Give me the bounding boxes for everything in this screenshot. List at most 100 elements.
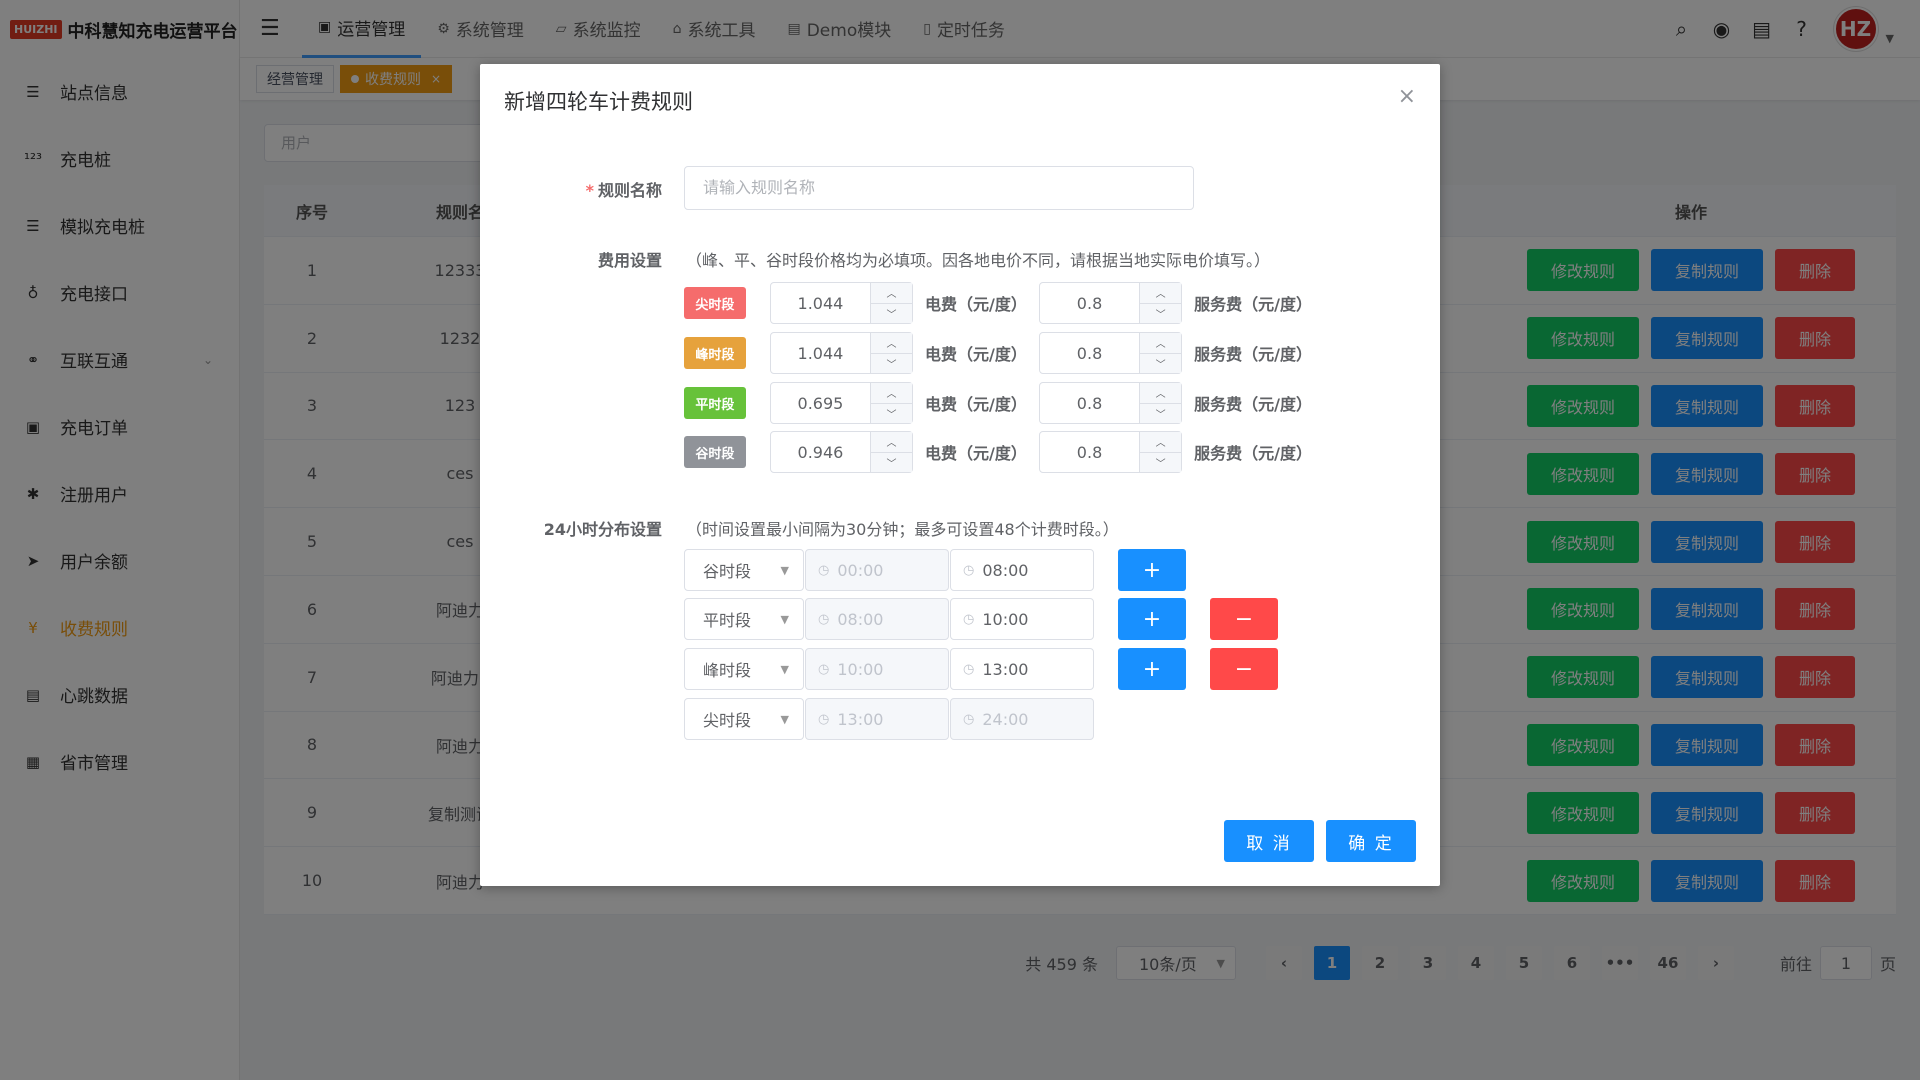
chevron-down-icon: ▼ xyxy=(780,662,789,676)
period-row: 谷时段 ▼ ◷ 00:00 ◷ 08:00 + xyxy=(684,549,1186,591)
end-time-value: 13:00 xyxy=(982,659,1029,679)
period-tag: 谷时段 xyxy=(684,436,746,468)
end-time-picker[interactable]: ◷ 10:00 xyxy=(950,598,1094,640)
start-time-value: 08:00 xyxy=(837,609,884,629)
clock-icon: ◷ xyxy=(818,611,830,627)
fee-row: 平时段 0.695 ︿ ﹀ 电费（元/度） 0.8 ︿ ﹀ 服务费（元/度） xyxy=(684,382,1324,424)
clock-icon: ◷ xyxy=(818,661,830,677)
electric-unit: 电费（元/度） xyxy=(925,345,1027,364)
confirm-button[interactable]: 确 定 xyxy=(1326,820,1416,862)
start-time-picker: ◷ 08:00 xyxy=(805,598,949,640)
service-price-input[interactable]: 0.8 ︿ ﹀ xyxy=(1038,431,1183,473)
start-time-value: 10:00 xyxy=(837,659,884,679)
dialog-title: 新增四轮车计费规则 xyxy=(504,90,693,114)
electric-unit: 电费（元/度） xyxy=(925,395,1027,414)
chevron-up-icon[interactable]: ︿ xyxy=(1140,383,1182,404)
remove-period-button[interactable]: − xyxy=(1210,598,1278,640)
chevron-down-icon[interactable]: ﹀ xyxy=(871,404,912,424)
electric-price-input[interactable]: 0.695 ︿ ﹀ xyxy=(769,382,914,424)
fee-row: 谷时段 0.946 ︿ ﹀ 电费（元/度） 0.8 ︿ ﹀ 服务费（元/度） xyxy=(684,431,1324,473)
chevron-up-icon[interactable]: ︿ xyxy=(871,432,913,453)
chevron-down-icon[interactable]: ﹀ xyxy=(871,304,912,324)
service-price-value: 0.8 xyxy=(1076,343,1103,363)
period-row: 平时段 ▼ ◷ 08:00 ◷ 10:00 + − xyxy=(684,598,1278,640)
chevron-up-icon[interactable]: ︿ xyxy=(1140,432,1182,453)
stepper: ︿ ﹀ xyxy=(1139,432,1182,473)
fee-settings-label: 费用设置 xyxy=(597,251,662,270)
period-type-select[interactable]: 峰时段 ▼ xyxy=(684,648,804,690)
period-type-select[interactable]: 平时段 ▼ xyxy=(684,598,804,640)
required-mark: * xyxy=(585,181,594,200)
service-price-input[interactable]: 0.8 ︿ ﹀ xyxy=(1038,282,1183,324)
service-unit: 服务费（元/度） xyxy=(1194,295,1313,314)
clock-icon: ◷ xyxy=(963,711,975,727)
chevron-down-icon[interactable]: ﹀ xyxy=(871,453,912,473)
period-tag: 尖时段 xyxy=(684,287,746,319)
start-time-value: 00:00 xyxy=(837,560,884,580)
start-time-value: 13:00 xyxy=(837,709,884,729)
period-row: 尖时段 ▼ ◷ 13:00 ◷ 24:00 xyxy=(684,698,1094,740)
period-type-value: 平时段 xyxy=(703,611,752,630)
service-unit: 服务费（元/度） xyxy=(1194,395,1313,414)
period-row: 峰时段 ▼ ◷ 10:00 ◷ 13:00 + − xyxy=(684,648,1278,690)
chevron-down-icon[interactable]: ﹀ xyxy=(1140,354,1181,374)
electric-unit: 电费（元/度） xyxy=(925,295,1027,314)
start-time-picker: ◷ 00:00 xyxy=(805,549,949,591)
chevron-down-icon[interactable]: ﹀ xyxy=(1140,304,1181,324)
electric-price-input[interactable]: 1.044 ︿ ﹀ xyxy=(769,282,914,324)
service-price-value: 0.8 xyxy=(1076,442,1103,462)
clock-icon: ◷ xyxy=(818,711,830,727)
end-time-picker[interactable]: ◷ 08:00 xyxy=(950,549,1094,591)
period-type-select[interactable]: 谷时段 ▼ xyxy=(684,549,804,591)
period-tag: 平时段 xyxy=(684,387,746,419)
chevron-up-icon[interactable]: ︿ xyxy=(871,383,913,404)
chevron-down-icon[interactable]: ﹀ xyxy=(871,354,912,374)
fee-settings-hint: （峰、平、谷时段价格均为必填项。因各地电价不同，请根据当地实际电价填写。） xyxy=(686,251,1271,270)
electric-price-value: 1.044 xyxy=(797,293,844,313)
end-time-picker: ◷ 24:00 xyxy=(950,698,1094,740)
chevron-down-icon[interactable]: ﹀ xyxy=(1140,453,1181,473)
stepper: ︿ ﹀ xyxy=(870,283,913,324)
stepper: ︿ ﹀ xyxy=(1139,383,1182,424)
fee-row: 峰时段 1.044 ︿ ﹀ 电费（元/度） 0.8 ︿ ﹀ 服务费（元/度） xyxy=(684,332,1324,374)
clock-icon: ◷ xyxy=(963,661,975,677)
chevron-up-icon[interactable]: ︿ xyxy=(1140,333,1182,354)
electric-price-input[interactable]: 1.044 ︿ ﹀ xyxy=(769,332,914,374)
electric-unit: 电费（元/度） xyxy=(925,444,1027,463)
add-period-button[interactable]: + xyxy=(1118,549,1186,591)
chevron-down-icon: ▼ xyxy=(780,563,789,577)
add-period-button[interactable]: + xyxy=(1118,648,1186,690)
rule-name-label: * 规则名称 xyxy=(480,177,662,201)
rule-name-input[interactable]: 请输入规则名称 xyxy=(684,166,1194,210)
stepper: ︿ ﹀ xyxy=(870,432,913,473)
fee-row: 尖时段 1.044 ︿ ﹀ 电费（元/度） 0.8 ︿ ﹀ 服务费（元/度） xyxy=(684,282,1324,324)
chevron-up-icon[interactable]: ︿ xyxy=(871,333,913,354)
service-price-input[interactable]: 0.8 ︿ ﹀ xyxy=(1038,382,1183,424)
electric-price-value: 1.044 xyxy=(797,343,844,363)
chevron-down-icon[interactable]: ﹀ xyxy=(1140,404,1181,424)
service-price-input[interactable]: 0.8 ︿ ﹀ xyxy=(1038,332,1183,374)
chevron-up-icon[interactable]: ︿ xyxy=(1140,283,1182,304)
close-icon[interactable]: × xyxy=(1398,84,1416,109)
electric-price-value: 0.946 xyxy=(797,442,844,462)
electric-price-input[interactable]: 0.946 ︿ ﹀ xyxy=(769,431,914,473)
clock-icon: ◷ xyxy=(963,562,975,578)
add-rule-dialog: 新增四轮车计费规则 × * 规则名称 请输入规则名称 费用设置 （峰、平、谷时段价… xyxy=(480,64,1440,886)
period-tag: 峰时段 xyxy=(684,337,746,369)
service-unit: 服务费（元/度） xyxy=(1194,345,1313,364)
clock-icon: ◷ xyxy=(963,611,975,627)
add-period-button[interactable]: + xyxy=(1118,598,1186,640)
period-type-select[interactable]: 尖时段 ▼ xyxy=(684,698,804,740)
end-time-picker[interactable]: ◷ 13:00 xyxy=(950,648,1094,690)
cancel-button[interactable]: 取 消 xyxy=(1224,820,1314,862)
service-price-value: 0.8 xyxy=(1076,293,1103,313)
start-time-picker: ◷ 10:00 xyxy=(805,648,949,690)
chevron-down-icon: ▼ xyxy=(780,712,789,726)
stepper: ︿ ﹀ xyxy=(1139,333,1182,374)
electric-price-value: 0.695 xyxy=(797,393,844,413)
chevron-up-icon[interactable]: ︿ xyxy=(871,283,913,304)
stepper: ︿ ﹀ xyxy=(1139,283,1182,324)
remove-period-button[interactable]: − xyxy=(1210,648,1278,690)
distribution-label: 24小时分布设置 xyxy=(543,520,662,539)
service-unit: 服务费（元/度） xyxy=(1194,444,1313,463)
